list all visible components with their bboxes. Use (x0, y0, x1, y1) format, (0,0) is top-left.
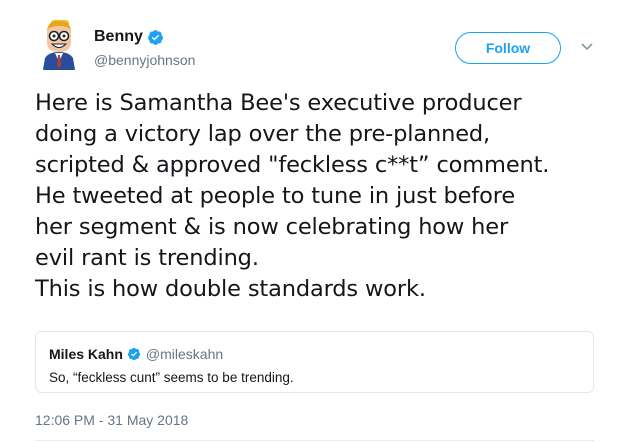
avatar[interactable] (35, 18, 83, 70)
divider (35, 440, 594, 441)
author-name[interactable]: Benny (94, 28, 143, 46)
tweet-line: This is how double standards work. (35, 276, 426, 302)
verified-badge-icon (127, 347, 141, 361)
tweet-text: Here is Samantha Bee's executive produce… (35, 88, 615, 305)
quoted-tweet-text: So, “feckless cunt” seems to be trending… (49, 370, 294, 385)
tweet-timestamp[interactable]: 12:06 PM - 31 May 2018 (35, 412, 188, 428)
tweet-line: scripted & approved "feckless c**t” comm… (35, 152, 550, 178)
tweet-header: Benny @bennyjohnson Follow (0, 0, 625, 90)
quoted-author-name: Miles Kahn (49, 346, 123, 362)
quoted-author-handle: @mileskahn (145, 346, 224, 362)
author-block: Benny @bennyjohnson (94, 27, 195, 68)
verified-badge-icon (147, 29, 163, 45)
tweet-line: He tweeted at people to tune in just bef… (35, 183, 516, 209)
tweet-line: evil rant is trending. (35, 245, 259, 271)
quoted-tweet[interactable]: Miles Kahn @mileskahn So, “feckless cunt… (35, 331, 594, 393)
quoted-tweet-header: Miles Kahn @mileskahn (49, 346, 223, 362)
tweet-line: her segment & is now celebrating how her (35, 214, 509, 240)
chevron-down-icon[interactable] (578, 40, 596, 54)
tweet-line: doing a victory lap over the pre-planned… (35, 121, 491, 147)
tweet-line: Here is Samantha Bee's executive produce… (35, 90, 522, 116)
follow-button[interactable]: Follow (455, 32, 561, 64)
author-handle[interactable]: @bennyjohnson (94, 52, 195, 68)
